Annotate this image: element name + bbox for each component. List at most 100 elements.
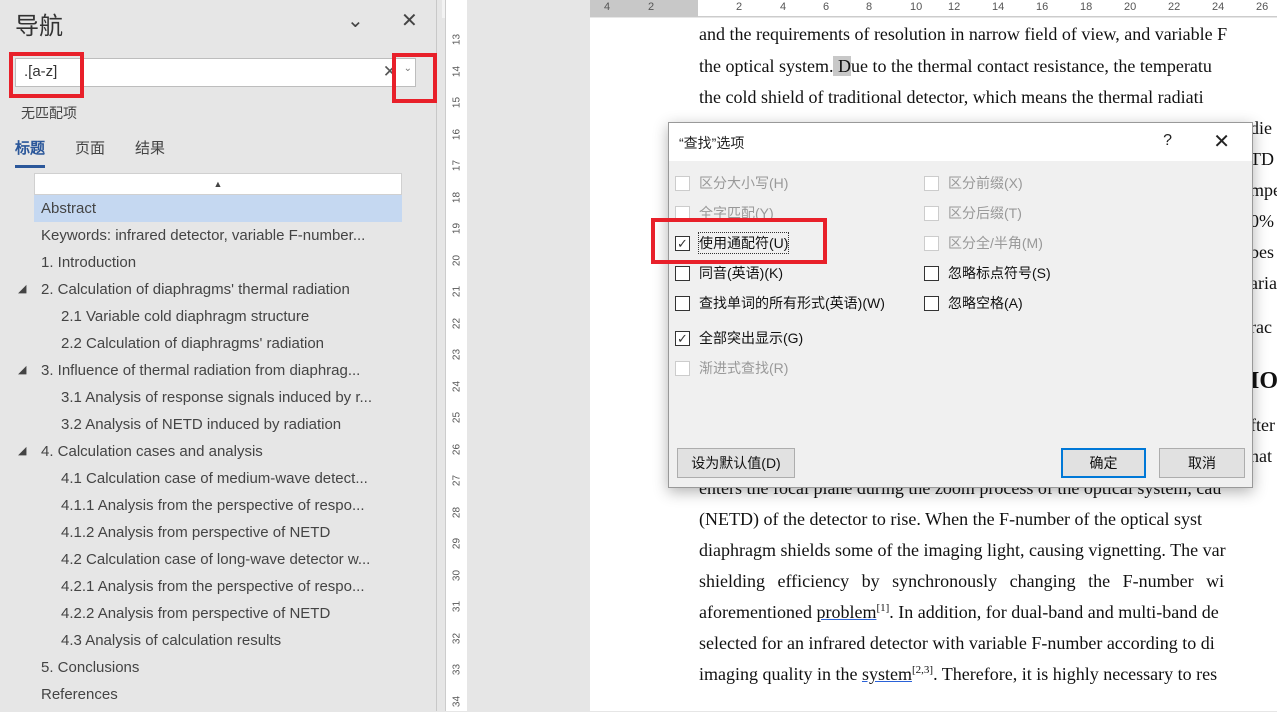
option-checkbox: 渐进式查找(R) xyxy=(675,358,788,378)
cancel-button[interactable]: 取消 xyxy=(1159,448,1245,478)
option-checkbox[interactable]: 查找单词的所有形式(英语)(W) xyxy=(675,293,885,313)
ok-button[interactable]: 确定 xyxy=(1061,448,1146,478)
ruler-number: 15 xyxy=(451,96,463,109)
heading-label: Keywords: infrared detector, variable F-… xyxy=(41,227,366,244)
help-icon[interactable]: ? xyxy=(1163,132,1172,150)
heading-item[interactable]: 3.2 Analysis of NETD induced by radiatio… xyxy=(34,411,402,438)
heading-item[interactable]: Keywords: infrared detector, variable F-… xyxy=(34,222,402,249)
ruler-number: 14 xyxy=(451,65,463,77)
ruler-number: 14 xyxy=(992,1,1005,13)
checkbox[interactable] xyxy=(675,265,690,281)
horizontal-ruler: 4 2 2 4 6 8 10 12 14 16 18 20 22 24 26 xyxy=(590,0,1277,17)
ruler-number: 20 xyxy=(451,254,463,266)
expand-triangle-icon[interactable]: ◢ xyxy=(18,276,26,303)
heading-item[interactable]: 2.2 Calculation of diaphragms' radiation xyxy=(34,330,402,357)
option-label: 渐进式查找(R) xyxy=(699,360,789,376)
checkbox[interactable]: ✓ xyxy=(675,330,690,346)
scroll-up-button[interactable]: ▲ xyxy=(34,173,402,195)
checkbox[interactable] xyxy=(675,295,690,311)
annotation-box xyxy=(392,53,437,103)
option-label: 区分前缀(X) xyxy=(948,175,1023,191)
citation-link[interactable]: system xyxy=(862,664,912,684)
option-checkbox: 区分后缀(T) xyxy=(924,203,1022,223)
navigation-pane: 导航 ⌄ ✕ ✕ ⌄ 无匹配项 标题 页面 结果 ▲ AbstractKeywo… xyxy=(0,0,437,711)
ruler-number: 30 xyxy=(451,569,463,581)
checkbox[interactable] xyxy=(924,265,939,281)
ruler-number: 20 xyxy=(1124,1,1137,13)
heading-item[interactable]: 3.1 Analysis of response signals induced… xyxy=(34,384,402,411)
doc-line: aforementioned problem[1]. In addition, … xyxy=(699,602,1219,622)
ruler-number: 16 xyxy=(451,128,463,140)
heading-item[interactable]: 1. Introduction xyxy=(34,249,402,276)
heading-item[interactable]: Abstract xyxy=(34,195,402,222)
option-label: 区分全/半角(M) xyxy=(948,235,1043,251)
option-checkbox: 区分前缀(X) xyxy=(924,173,1023,193)
set-default-button[interactable]: 设为默认值(D) xyxy=(677,448,795,478)
doc-line: the cold shield of traditional detector,… xyxy=(699,87,1204,107)
chevron-down-icon[interactable]: ⌄ xyxy=(347,8,364,33)
close-icon[interactable]: ✕ xyxy=(401,8,418,33)
option-checkbox[interactable]: 忽略空格(A) xyxy=(924,293,1023,313)
doc-text-fragment: die xyxy=(1250,118,1272,138)
doc-text-fragment: mpe xyxy=(1250,180,1277,200)
expand-triangle-icon[interactable]: ◢ xyxy=(18,438,26,465)
heading-item[interactable]: ◢ 4. Calculation cases and analysis xyxy=(18,438,402,465)
tab-results[interactable]: 结果 xyxy=(135,137,165,168)
heading-item[interactable]: 4.1.2 Analysis from perspective of NETD xyxy=(34,519,402,546)
annotation-box xyxy=(9,52,84,98)
option-checkbox[interactable]: 忽略标点符号(S) xyxy=(924,263,1051,283)
doc-line: imaging quality in the system[2,3]. Ther… xyxy=(699,664,1218,684)
heading-label: Abstract xyxy=(41,200,97,217)
heading-item[interactable]: 4.1.1 Analysis from the perspective of r… xyxy=(34,492,402,519)
option-checkbox: 区分全/半角(M) xyxy=(924,233,1043,253)
heading-item[interactable]: 4.3 Analysis of calculation results xyxy=(34,627,402,654)
heading-item[interactable]: 4.2.1 Analysis from the perspective of r… xyxy=(34,573,402,600)
heading-item[interactable]: 5. Conclusions xyxy=(34,654,402,681)
option-checkbox[interactable]: ✓ 全部突出显示(G) xyxy=(675,328,803,348)
heading-label: 4.1.1 Analysis from the perspective of r… xyxy=(61,497,365,514)
checkbox[interactable] xyxy=(924,295,939,311)
citation-link[interactable]: problem xyxy=(816,602,876,622)
heading-label: 2.2 Calculation of diaphragms' radiation xyxy=(61,335,325,352)
heading-item[interactable]: 4.2.2 Analysis from perspective of NETD xyxy=(34,600,402,627)
tab-pages[interactable]: 页面 xyxy=(75,137,105,168)
heading-label: 3. Influence of thermal radiation from d… xyxy=(41,362,361,379)
heading-label: 2. Calculation of diaphragms' thermal ra… xyxy=(41,281,350,298)
ruler-number: 17 xyxy=(451,159,463,172)
doc-line: and the requirements of resolution in na… xyxy=(699,24,1228,44)
heading-label: 4.1 Calculation case of medium-wave dete… xyxy=(61,470,368,487)
doc-line: (NETD) of the detector to rise. When the… xyxy=(699,509,1203,529)
heading-item[interactable]: 4.2 Calculation case of long-wave detect… xyxy=(34,546,402,573)
heading-label: 4.2 Calculation case of long-wave detect… xyxy=(61,551,371,568)
page-margin-area xyxy=(467,0,590,711)
no-match-text: 无匹配项 xyxy=(21,105,77,121)
tab-headings[interactable]: 标题 xyxy=(15,137,46,168)
option-label: 忽略空格(A) xyxy=(948,295,1023,311)
checkbox xyxy=(675,175,690,191)
heading-item[interactable]: ◢ 2. Calculation of diaphragms' thermal r… xyxy=(18,276,402,303)
heading-item[interactable]: 4.1 Calculation case of medium-wave dete… xyxy=(34,465,402,492)
option-label: 全部突出显示(G) xyxy=(699,330,804,346)
close-icon[interactable]: ✕ xyxy=(1213,129,1230,154)
doc-line: the optical system. Due to the thermal c… xyxy=(699,56,1212,76)
heading-label: 4.2.1 Analysis from the perspective of r… xyxy=(61,578,365,595)
ruler-number: 19 xyxy=(451,222,463,235)
ruler-number: 23 xyxy=(451,348,463,361)
heading-item[interactable]: ◢ 3. Influence of thermal radiation from … xyxy=(18,357,402,384)
heading-label: 5. Conclusions xyxy=(41,659,140,676)
doc-line: diaphragm shields some of the imaging li… xyxy=(699,540,1226,560)
heading-item[interactable]: References xyxy=(34,681,402,708)
ruler-number: 2 xyxy=(736,1,743,13)
heading-item[interactable]: 2.1 Variable cold diaphragm structure xyxy=(34,303,402,330)
doc-text-fragment: 0% xyxy=(1250,211,1274,231)
heading-label: References xyxy=(41,686,118,703)
expand-triangle-icon[interactable]: ◢ xyxy=(18,357,26,384)
checkbox xyxy=(924,175,939,191)
ruler-number: 4 xyxy=(604,1,611,13)
option-label: 同音(英语)(K) xyxy=(699,265,783,281)
checkbox xyxy=(924,235,939,251)
ruler-number: 22 xyxy=(451,317,463,329)
ruler-number: 22 xyxy=(1168,1,1181,13)
heading-list: Abstract Keywords: infrared detector, var… xyxy=(18,195,402,708)
option-checkbox[interactable]: 同音(英语)(K) xyxy=(675,263,783,283)
